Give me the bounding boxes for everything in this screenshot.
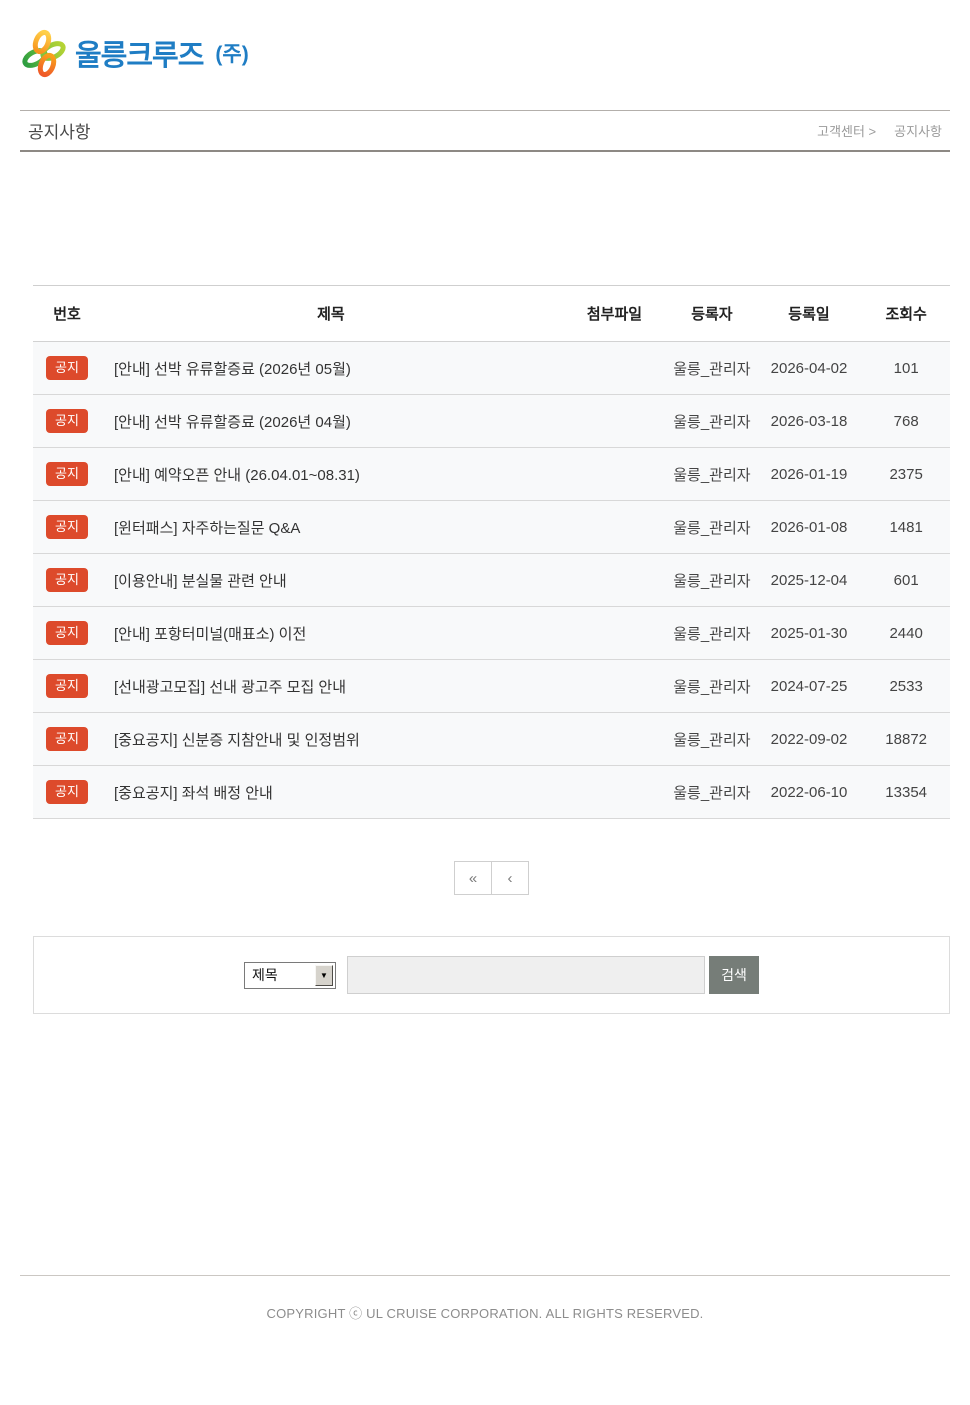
search-category-select[interactable]: 제목 ▼ [244, 962, 336, 989]
pagination-prev-button[interactable]: ‹ [491, 861, 529, 895]
notice-title-link[interactable]: [안내] 예약오픈 안내 (26.04.01~08.31) [114, 467, 360, 484]
attachment-cell [561, 607, 668, 660]
page-footer: COPYRIGHT ⓒ UL CRUISE CORPORATION. ALL R… [20, 1275, 950, 1322]
notice-badge: 공지 [46, 674, 88, 698]
views-cell: 18872 [862, 713, 950, 766]
views-cell: 601 [862, 554, 950, 607]
date-cell: 2026-03-18 [756, 395, 863, 448]
breadcrumb-current[interactable]: 공지사항 [894, 121, 942, 140]
attachment-cell [561, 395, 668, 448]
table-header-row: 번호 제목 첨부파일 등록자 등록일 조회수 [33, 286, 950, 342]
page-title: 공지사항 [28, 118, 91, 143]
notice-badge: 공지 [46, 780, 88, 804]
views-cell: 2533 [862, 660, 950, 713]
breadcrumb: 고객센터 > 공지사항 [817, 121, 942, 140]
date-cell: 2022-09-02 [756, 713, 863, 766]
author-cell: 울릉_관리자 [668, 766, 756, 819]
author-cell: 울릉_관리자 [668, 607, 756, 660]
date-cell: 2026-01-19 [756, 448, 863, 501]
date-cell: 2026-04-02 [756, 342, 863, 395]
notice-title-link[interactable]: [안내] 선박 유류할증료 (2026년 05월) [114, 361, 351, 378]
header-views: 조회수 [862, 286, 950, 342]
date-cell: 2024-07-25 [756, 660, 863, 713]
breadcrumb-parent[interactable]: 고객센터 > [817, 121, 876, 140]
notice-title-link[interactable]: [이용안내] 분실물 관련 안내 [114, 573, 287, 590]
views-cell: 13354 [862, 766, 950, 819]
table-row: 공지 [안내] 선박 유류할증료 (2026년 05월) 울릉_관리자 2026… [33, 342, 950, 395]
pagination-first-button[interactable]: « [454, 861, 492, 895]
search-input[interactable] [347, 956, 705, 994]
notice-badge: 공지 [46, 356, 88, 380]
header-title: 제목 [101, 286, 561, 342]
table-row: 공지 [중요공지] 신분증 지참안내 및 인정범위 울릉_관리자 2022-09… [33, 713, 950, 766]
header-author: 등록자 [668, 286, 756, 342]
notice-title-link[interactable]: [안내] 선박 유류할증료 (2026년 04월) [114, 414, 351, 431]
notice-title-link[interactable]: [안내] 포항터미널(매표소) 이전 [114, 626, 306, 643]
attachment-cell [561, 766, 668, 819]
views-cell: 2375 [862, 448, 950, 501]
attachment-cell [561, 713, 668, 766]
notice-table: 번호 제목 첨부파일 등록자 등록일 조회수 공지 [안내] 선박 유류할증료 … [33, 285, 950, 819]
attachment-cell [561, 342, 668, 395]
notice-badge: 공지 [46, 515, 88, 539]
author-cell: 울릉_관리자 [668, 395, 756, 448]
site-logo[interactable]: 울릉크루즈 (주) [22, 28, 249, 78]
header-date: 등록일 [756, 286, 863, 342]
notice-badge: 공지 [46, 462, 88, 486]
table-row: 공지 [윈터패스] 자주하는질문 Q&A 울릉_관리자 2026-01-08 1… [33, 501, 950, 554]
attachment-cell [561, 554, 668, 607]
views-cell: 1481 [862, 501, 950, 554]
author-cell: 울릉_관리자 [668, 448, 756, 501]
table-row: 공지 [중요공지] 좌석 배정 안내 울릉_관리자 2022-06-10 133… [33, 766, 950, 819]
author-cell: 울릉_관리자 [668, 713, 756, 766]
date-cell: 2022-06-10 [756, 766, 863, 819]
notice-badge: 공지 [46, 621, 88, 645]
attachment-cell [561, 448, 668, 501]
author-cell: 울릉_관리자 [668, 554, 756, 607]
table-row: 공지 [이용안내] 분실물 관련 안내 울릉_관리자 2025-12-04 60… [33, 554, 950, 607]
table-row: 공지 [안내] 예약오픈 안내 (26.04.01~08.31) 울릉_관리자 … [33, 448, 950, 501]
logo-text: 울릉크루즈 [75, 32, 203, 74]
table-row: 공지 [선내광고모집] 선내 광고주 모집 안내 울릉_관리자 2024-07-… [33, 660, 950, 713]
search-box: 제목 ▼ 검색 [33, 936, 950, 1014]
author-cell: 울릉_관리자 [668, 342, 756, 395]
views-cell: 768 [862, 395, 950, 448]
header-number: 번호 [33, 286, 101, 342]
search-button[interactable]: 검색 [709, 956, 759, 994]
views-cell: 2440 [862, 607, 950, 660]
attachment-cell [561, 501, 668, 554]
notice-title-link[interactable]: [중요공지] 신분증 지참안내 및 인정범위 [114, 732, 360, 749]
table-row: 공지 [안내] 선박 유류할증료 (2026년 04월) 울릉_관리자 2026… [33, 395, 950, 448]
copyright-text: COPYRIGHT ⓒ UL CRUISE CORPORATION. ALL R… [20, 1303, 950, 1322]
header-attachment: 첨부파일 [561, 286, 668, 342]
notice-title-link[interactable]: [선내광고모집] 선내 광고주 모집 안내 [114, 679, 346, 696]
date-cell: 2025-01-30 [756, 607, 863, 660]
notice-badge: 공지 [46, 409, 88, 433]
logo-suffix: (주) [215, 38, 248, 68]
notice-table-body: 공지 [안내] 선박 유류할증료 (2026년 05월) 울릉_관리자 2026… [33, 342, 950, 819]
search-category-value: 제목 [252, 965, 278, 985]
pagination: « ‹ [33, 861, 950, 895]
logo-flower-icon [22, 28, 66, 78]
page-title-bar: 공지사항 고객센터 > 공지사항 [20, 110, 950, 152]
author-cell: 울릉_관리자 [668, 660, 756, 713]
notice-title-link[interactable]: [윈터패스] 자주하는질문 Q&A [114, 520, 300, 537]
views-cell: 101 [862, 342, 950, 395]
attachment-cell [561, 660, 668, 713]
author-cell: 울릉_관리자 [668, 501, 756, 554]
site-header: 울릉크루즈 (주) [20, 0, 950, 110]
notice-title-link[interactable]: [중요공지] 좌석 배정 안내 [114, 785, 273, 802]
table-row: 공지 [안내] 포항터미널(매표소) 이전 울릉_관리자 2025-01-30 … [33, 607, 950, 660]
notice-badge: 공지 [46, 727, 88, 751]
notice-board: 번호 제목 첨부파일 등록자 등록일 조회수 공지 [안내] 선박 유류할증료 … [33, 285, 950, 895]
chevron-down-icon[interactable]: ▼ [315, 965, 333, 986]
date-cell: 2025-12-04 [756, 554, 863, 607]
notice-badge: 공지 [46, 568, 88, 592]
date-cell: 2026-01-08 [756, 501, 863, 554]
